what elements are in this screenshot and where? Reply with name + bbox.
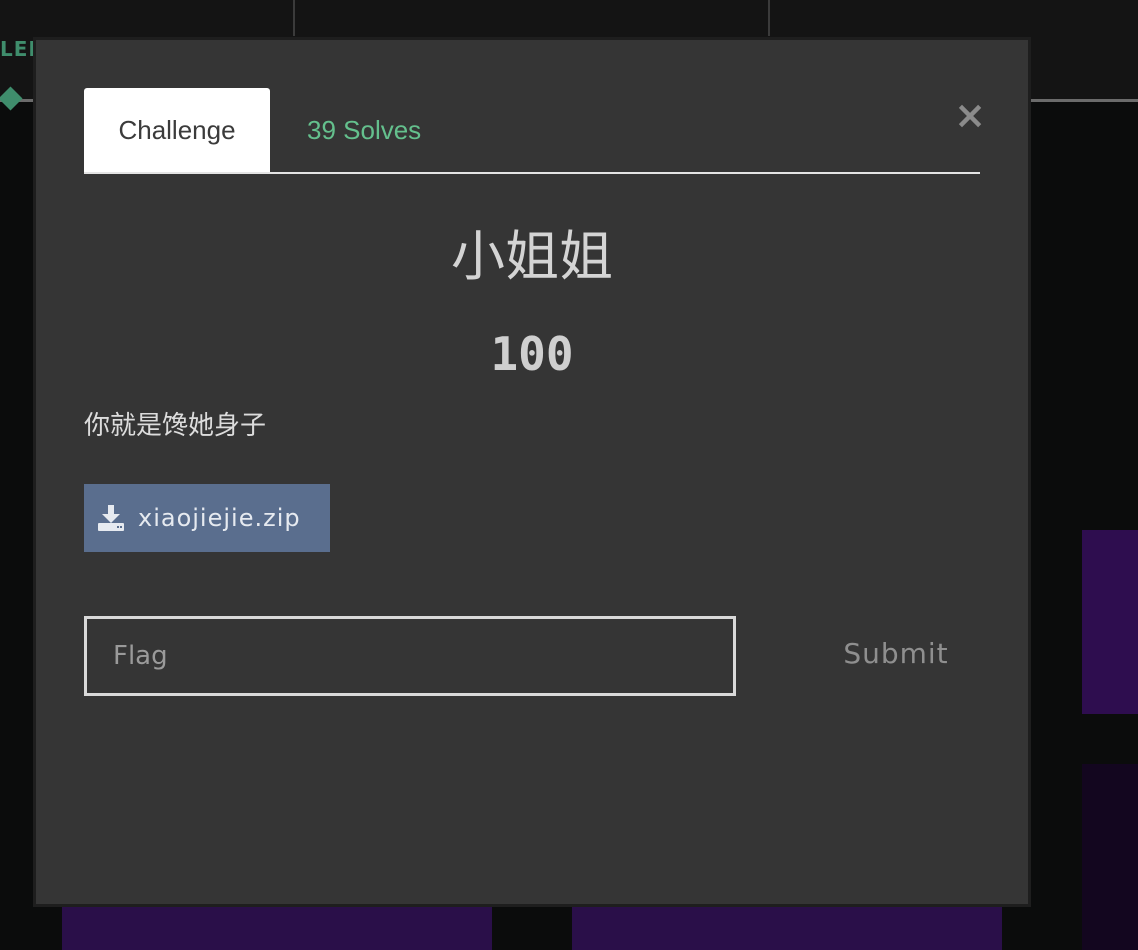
- modal-tabs: Challenge 39 Solves: [84, 88, 980, 174]
- background-challenge-card[interactable]: [1082, 764, 1138, 950]
- flag-input[interactable]: [84, 616, 736, 696]
- background-divider: [768, 0, 770, 36]
- tab-challenge[interactable]: Challenge: [84, 88, 270, 172]
- file-download-button[interactable]: xiaojiejie.zip: [84, 484, 330, 552]
- tab-solves[interactable]: 39 Solves: [307, 88, 421, 172]
- background-divider: [293, 0, 295, 36]
- challenge-points: 100: [490, 327, 574, 381]
- background-challenge-card[interactable]: [572, 905, 1002, 950]
- background-rule: [1031, 99, 1138, 102]
- submit-button[interactable]: Submit: [826, 628, 966, 678]
- download-icon: [96, 503, 126, 533]
- background-challenge-card[interactable]: [62, 905, 492, 950]
- challenge-description: 你就是馋她身子: [84, 411, 267, 441]
- background-challenge-card[interactable]: [1082, 530, 1138, 714]
- file-name: xiaojiejie.zip: [138, 504, 301, 532]
- challenge-name: 小姐姐: [451, 225, 613, 288]
- challenge-modal: × Challenge 39 Solves 小姐姐 100 你就是馋她身子 xi…: [33, 37, 1031, 907]
